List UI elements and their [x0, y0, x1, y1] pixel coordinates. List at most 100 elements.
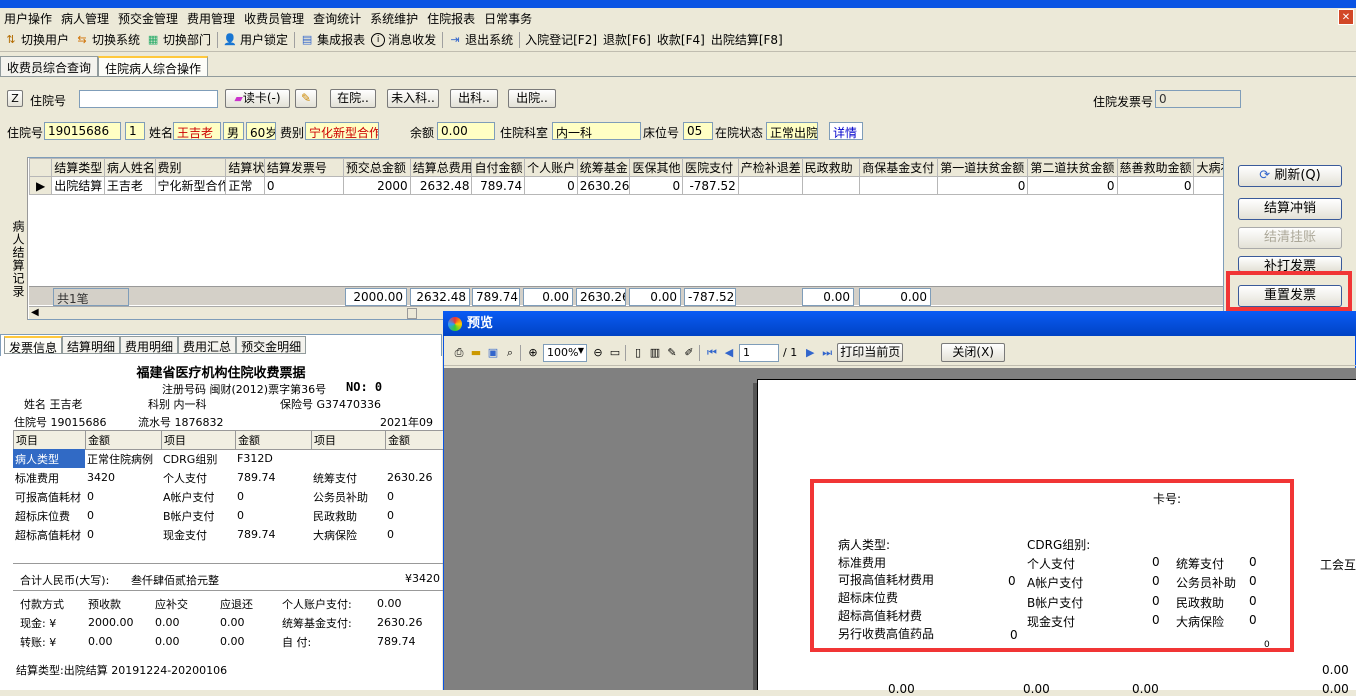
scroll-left-icon[interactable]: ◀ — [31, 307, 39, 318]
fit-page-icon[interactable]: ▭ — [608, 346, 622, 360]
cell: 0 — [524, 176, 578, 195]
switch-user-button[interactable]: ⇅ 切换用户 — [4, 31, 69, 48]
col-header[interactable]: 大病补 — [1193, 158, 1223, 177]
preview-item: 工会互 — [1320, 558, 1356, 572]
zoom-out-icon[interactable]: ⊖ — [591, 346, 605, 360]
col-header[interactable]: 慈善救助金额 — [1116, 158, 1195, 177]
col-header[interactable]: 结算类型 — [51, 158, 105, 177]
refresh-button[interactable]: ⟳ 刷新(Q) — [1238, 165, 1342, 187]
first-page-icon[interactable]: ⏮ — [705, 346, 719, 360]
main-tabs: 收费员综合查询 住院病人综合操作 — [0, 56, 209, 76]
read-card-button[interactable]: ▰读卡(-) — [225, 89, 290, 108]
discharge-settle-button[interactable]: 出院结算[F8] — [711, 31, 783, 48]
z-button[interactable]: Z — [7, 90, 23, 107]
reprint-invoice-button[interactable]: 补打发票 — [1238, 256, 1342, 272]
page-icon[interactable]: ▯ — [631, 346, 645, 360]
col-header[interactable]: 费别 — [154, 158, 227, 177]
switch-system-button[interactable]: ⇆ 切换系统 — [75, 31, 140, 48]
table-row[interactable]: ▶ 出院结算 王吉老 宁化新型合作 正常 0 2000 2632.48 789.… — [28, 176, 1223, 195]
col-header[interactable]: 民政救助 — [801, 158, 861, 177]
open-icon[interactable]: ▬ — [469, 346, 483, 360]
receipt-head: 金额 — [235, 430, 312, 450]
exit-button[interactable]: ⇥ 退出系统 — [448, 31, 513, 48]
collect-button[interactable]: 收款[F4] — [657, 31, 705, 48]
settings-icon[interactable]: ✎ — [665, 346, 679, 360]
menu-report[interactable]: 住院报表 — [423, 10, 480, 27]
print-icon[interactable]: ⎙ — [452, 346, 466, 360]
left-dept-button[interactable]: 出科.. — [450, 89, 498, 108]
col-header[interactable]: 预交总金额 — [342, 158, 411, 177]
col-header[interactable]: 结算总费用 — [409, 158, 473, 177]
tab-settlement-detail[interactable]: 结算明细 — [62, 336, 121, 354]
next-page-icon[interactable]: ▶ — [803, 346, 817, 360]
toolbar-separator — [217, 31, 219, 48]
col-header[interactable]: 统筹基金 — [576, 158, 631, 177]
zoom-select[interactable]: 100% ▼ — [543, 343, 587, 362]
col-header[interactable]: 自付金额 — [471, 158, 526, 177]
receipt-cell: 0 — [237, 509, 244, 522]
menu-deposit[interactable]: 预交金管理 — [114, 10, 183, 27]
col-header[interactable]: 医保其他 — [629, 158, 684, 177]
broom-button[interactable]: ✎ — [295, 89, 317, 108]
message-button[interactable]: i 消息收发 — [371, 31, 436, 48]
switch-dept-button[interactable]: ▦ 切换部门 — [146, 31, 211, 48]
two-page-icon[interactable]: ▥ — [648, 346, 662, 360]
not-admitted-button[interactable]: 未入科.. — [387, 89, 439, 108]
reverse-settlement-button[interactable]: 结算冲销 — [1238, 198, 1342, 220]
tab-invoice-info[interactable]: 发票信息 — [4, 336, 63, 355]
zoom-in-icon[interactable]: ⊕ — [526, 346, 540, 360]
discharged-button[interactable]: 出院.. — [508, 89, 556, 108]
col-header[interactable]: 结算状 — [225, 158, 265, 177]
receipt-cell: 公务员补助 — [313, 490, 368, 504]
col-header[interactable]: 结算发票号 — [263, 158, 344, 177]
print-current-page-button[interactable]: 打印当前页 — [837, 343, 904, 362]
balance-field: 0.00 — [437, 122, 495, 140]
close-window-icon[interactable]: ✕ — [1338, 9, 1354, 25]
menu-user[interactable]: 用户操作 — [0, 10, 57, 27]
last-page-icon[interactable]: ⏭ — [820, 346, 834, 360]
close-preview-button[interactable]: 关闭(X) — [941, 343, 1006, 362]
prev-page-icon[interactable]: ◀ — [722, 346, 736, 360]
patient-id-label: 住院号 — [7, 126, 44, 140]
tab-cashier-query[interactable]: 收费员综合查询 — [0, 56, 99, 76]
cell: 0 — [1027, 176, 1118, 195]
col-header[interactable]: 个人账户 — [524, 158, 578, 177]
menu-patient[interactable]: 病人管理 — [57, 10, 114, 27]
save-icon[interactable]: ▣ — [486, 346, 500, 360]
col-header[interactable]: 第一道扶贫金额 — [937, 158, 1029, 177]
report-button[interactable]: ▤ 集成报表 — [300, 31, 365, 48]
user-lock-button[interactable]: 👤 用户锁定 — [223, 31, 288, 48]
scroll-thumb[interactable] — [407, 308, 417, 319]
receipt-cell: 可报高值耗材 — [15, 490, 81, 504]
receipt-head: 金额 — [85, 430, 162, 450]
edit-icon[interactable]: ✐ — [682, 346, 696, 360]
tab-fee-summary[interactable]: 费用汇总 — [178, 336, 237, 354]
col-header[interactable]: 医院支付 — [682, 158, 739, 177]
tab-fee-detail[interactable]: 费用明细 — [120, 336, 179, 354]
clear-account-button[interactable]: 结清挂账 — [1238, 227, 1342, 249]
pay-cell: 789.74 — [377, 635, 416, 648]
find-icon[interactable]: ⌕ — [503, 346, 517, 360]
menu-query[interactable]: 查询统计 — [309, 10, 366, 27]
in-hospital-button[interactable]: 在院.. — [330, 89, 376, 108]
name-label: 姓名 — [149, 126, 174, 140]
col-header[interactable]: 第二道扶贫金额 — [1027, 158, 1118, 177]
tab-deposit-detail[interactable]: 预交金明细 — [236, 336, 307, 354]
page-input[interactable]: 1 — [739, 343, 779, 362]
refund-button[interactable]: 退款[F6] — [603, 31, 651, 48]
col-header[interactable]: 商保基金支付 — [859, 158, 939, 177]
detail-link[interactable]: 详情 — [829, 122, 863, 140]
menu-fee[interactable]: 费用管理 — [183, 10, 240, 27]
menu-system[interactable]: 系统维护 — [366, 10, 423, 27]
inpatient-no-input[interactable] — [79, 90, 218, 108]
sum-commercial: 0.00 — [859, 288, 931, 306]
menu-daily[interactable]: 日常事务 — [480, 10, 537, 27]
col-header[interactable]: 产检补退差 — [737, 158, 803, 177]
admission-button[interactable]: 入院登记[F2] — [525, 31, 597, 48]
receipt-row: 超标床位费 0 B帐户支付 0 民政救助 0 — [13, 506, 443, 525]
tab-inpatient-operation[interactable]: 住院病人综合操作 — [98, 56, 209, 76]
splitter[interactable] — [0, 322, 443, 334]
menu-cashier[interactable]: 收费员管理 — [240, 10, 309, 27]
col-header[interactable]: 病人姓名 — [103, 158, 156, 177]
receipt-cell-selected[interactable]: 病人类型 — [13, 449, 85, 468]
